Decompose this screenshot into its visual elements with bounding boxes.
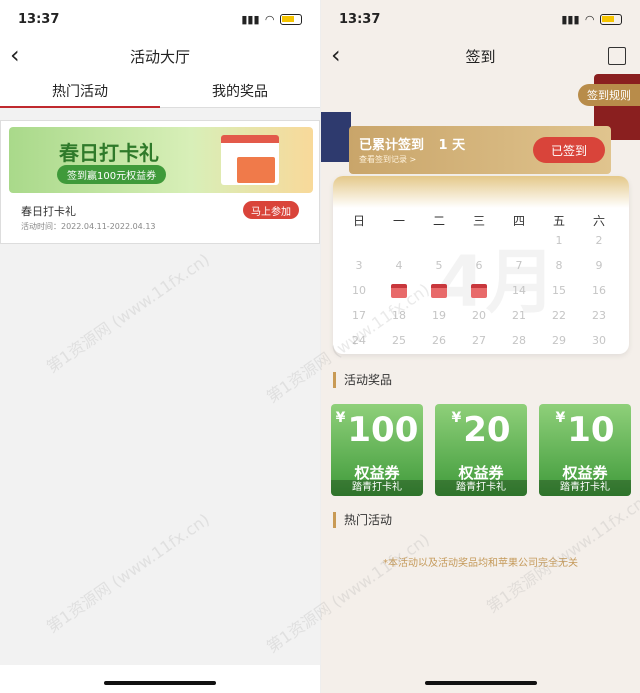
- calendar-day: 7: [515, 259, 523, 272]
- activity-time: 活动时间：2022.04.11-2022.04.13: [21, 222, 156, 231]
- activity-card[interactable]: 春日打卡礼 签到赢100元权益券 春日打卡礼 活动时间：2022.04.11-2…: [0, 120, 320, 244]
- banner-subtitle: 签到赢100元权益券: [57, 165, 167, 184]
- status-bar: 13:37 ▮▮▮ ◠: [321, 0, 640, 38]
- rules-button[interactable]: 签到规则: [578, 84, 640, 106]
- calendar-day: 15: [552, 284, 566, 297]
- prize-section-title: 活动奖品: [333, 372, 392, 388]
- coupon-sub: 踏青打卡礼: [539, 480, 631, 496]
- home-indicator[interactable]: [425, 681, 537, 685]
- back-icon[interactable]: ‹: [331, 42, 341, 68]
- signed-button[interactable]: 已签到: [533, 137, 605, 163]
- coupon-yen: ¥: [451, 410, 462, 426]
- home-indicator-area: [0, 665, 320, 693]
- gift-day-icon: [471, 284, 487, 298]
- calendar-weekday: 一: [392, 214, 405, 228]
- tab-bar: 热门活动 我的奖品: [0, 74, 320, 108]
- wifi-icon: ◠: [265, 12, 274, 26]
- calendar-day: 26: [432, 334, 446, 347]
- page-title: 活动大厅: [129, 47, 190, 66]
- nav-bar: ‹ 活动大厅: [0, 38, 320, 74]
- disclaimer-note: *本活动以及活动奖品均和苹果公司完全无关: [383, 558, 578, 569]
- calendar-day: 1: [555, 234, 563, 247]
- coupon-100[interactable]: ¥100 权益券 踏青打卡礼: [331, 404, 423, 496]
- tab-hot-activities[interactable]: 热门活动: [0, 74, 160, 108]
- calendar-weekday: 五: [552, 214, 565, 228]
- coupon-amount: 20: [463, 410, 511, 450]
- sign-calendar: 4月 日一二三四五六123456789101112131415161718192…: [333, 176, 629, 354]
- coupon-amount: 10: [567, 410, 615, 450]
- sign-total: 已累计签到 1 天: [359, 134, 465, 153]
- calendar-header-band: [333, 176, 629, 208]
- coupon-yen: ¥: [555, 410, 566, 426]
- calendar-day: 9: [595, 259, 603, 272]
- nav-bar: ‹ 签到: [321, 38, 640, 74]
- calendar-day: 29: [552, 334, 566, 347]
- calendar-weekday: 六: [592, 214, 605, 228]
- back-icon[interactable]: ‹: [10, 42, 20, 68]
- sign-summary-card: 已累计签到 1 天 查看签到记录 > 已签到: [349, 126, 611, 174]
- join-button[interactable]: 马上参加: [243, 201, 299, 219]
- activity-title: 春日打卡礼: [21, 205, 76, 218]
- status-time: 13:37: [18, 11, 60, 27]
- coupon-yen: ¥: [335, 410, 346, 426]
- activity-banner[interactable]: 春日打卡礼 签到赢100元权益券: [9, 127, 313, 193]
- calendar-day: 30: [592, 334, 606, 347]
- calendar-day: 4: [395, 259, 403, 272]
- calendar-weekday: 三: [472, 214, 485, 228]
- envelope-illustration-icon: [237, 157, 275, 183]
- calendar-day: 21: [512, 309, 526, 322]
- signal-icon: ▮▮▮: [561, 12, 580, 26]
- coupon-amount: 100: [347, 410, 419, 450]
- calendar-day: 5: [435, 259, 443, 272]
- calendar-day: 14: [512, 284, 526, 297]
- hot-section-title: 热门活动: [333, 512, 392, 528]
- calendar-day: 27: [472, 334, 486, 347]
- calendar-weekday: 日: [352, 214, 365, 228]
- calendar-day: 17: [352, 309, 366, 322]
- banner-title: 春日打卡礼: [59, 141, 159, 165]
- calendar-day: 28: [512, 334, 526, 347]
- share-icon[interactable]: [608, 47, 626, 65]
- calendar-day: 19: [432, 309, 446, 322]
- status-icons: ▮▮▮ ◠: [561, 13, 622, 26]
- wifi-icon: ◠: [585, 12, 594, 26]
- calendar-day: 22: [552, 309, 566, 322]
- signal-icon: ▮▮▮: [241, 12, 260, 26]
- gift-box-decoration-left: [321, 112, 351, 162]
- calendar-day: 18: [392, 309, 406, 322]
- sign-record-link[interactable]: 查看签到记录 >: [359, 154, 416, 165]
- calendar-weekday: 二: [432, 214, 445, 228]
- calendar-day: 3: [355, 259, 363, 272]
- battery-icon: [600, 13, 622, 25]
- calendar-day: 2: [595, 234, 603, 247]
- coupon-20[interactable]: ¥20 权益券 踏青打卡礼: [435, 404, 527, 496]
- battery-icon: [280, 13, 302, 25]
- coupon-10[interactable]: ¥10 权益券 踏青打卡礼: [539, 404, 631, 496]
- calendar-day: 24: [352, 334, 366, 347]
- status-icons: ▮▮▮ ◠: [241, 13, 302, 26]
- sign-total-label: 已累计签到: [359, 138, 425, 153]
- status-bar: 13:37 ▮▮▮ ◠: [0, 0, 320, 38]
- calendar-day: 8: [555, 259, 563, 272]
- page-title: 签到: [465, 47, 496, 66]
- sign-days: 1 天: [438, 138, 466, 153]
- calendar-day: 6: [475, 259, 483, 272]
- calendar-day: 23: [592, 309, 606, 322]
- coupon-sub: 踏青打卡礼: [331, 480, 423, 496]
- calendar-day: 25: [392, 334, 406, 347]
- sign-in-screen: 13:37 ▮▮▮ ◠ ‹ 签到 签到规则 已累计签到 1 天 查看签到记录 >…: [320, 0, 640, 693]
- calendar-day: 20: [472, 309, 486, 322]
- calendar-weekday: 四: [512, 214, 525, 228]
- activity-hall-screen: 13:37 ▮▮▮ ◠ ‹ 活动大厅 热门活动 我的奖品 春日打卡礼 签到赢10…: [0, 0, 320, 693]
- status-time: 13:37: [339, 11, 381, 27]
- gift-day-icon: [431, 284, 447, 298]
- home-indicator[interactable]: [104, 681, 216, 685]
- calendar-day: 16: [592, 284, 606, 297]
- tab-my-prizes[interactable]: 我的奖品: [160, 74, 320, 107]
- calendar-day: 10: [352, 284, 366, 297]
- coupon-sub: 踏青打卡礼: [435, 480, 527, 496]
- gift-day-icon: [391, 284, 407, 298]
